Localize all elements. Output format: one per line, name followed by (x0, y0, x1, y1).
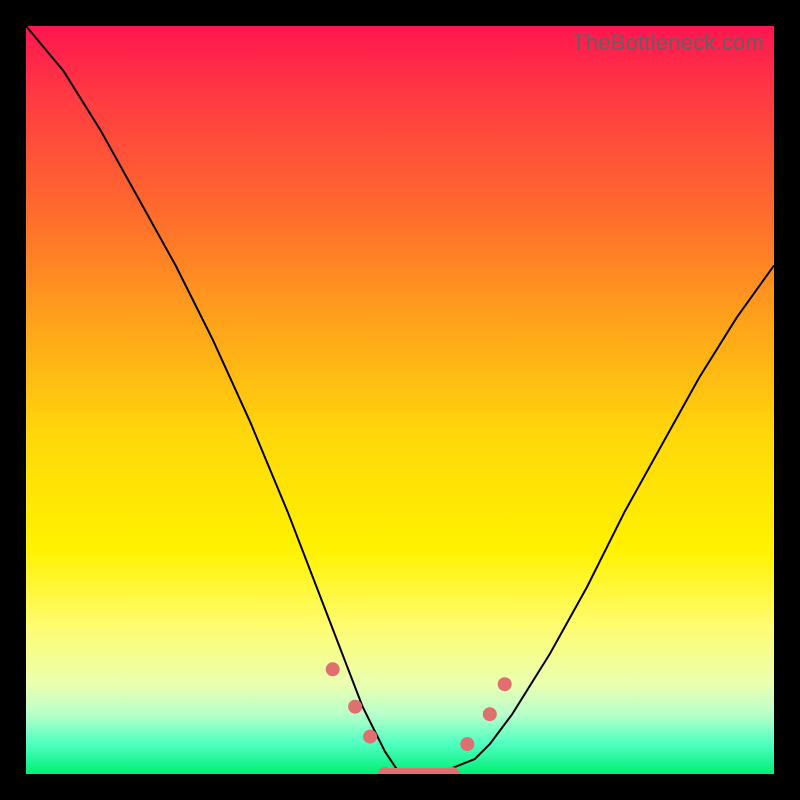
curve-marker (483, 707, 497, 721)
plot-area: TheBottleneck.com (26, 26, 774, 774)
curve-marker (460, 737, 474, 751)
flat-segment-cap (378, 767, 392, 774)
curve-markers (326, 662, 512, 751)
curve-marker (363, 730, 377, 744)
flat-segment (378, 767, 459, 774)
curve-marker (498, 677, 512, 691)
flat-segment-cap (445, 767, 459, 774)
curve-marker (348, 700, 362, 714)
curve-marker (326, 662, 340, 676)
bottleneck-curve (26, 26, 774, 774)
curve-layer (26, 26, 774, 774)
chart-frame: TheBottleneck.com (0, 0, 800, 800)
flat-segment-pill (385, 768, 452, 774)
